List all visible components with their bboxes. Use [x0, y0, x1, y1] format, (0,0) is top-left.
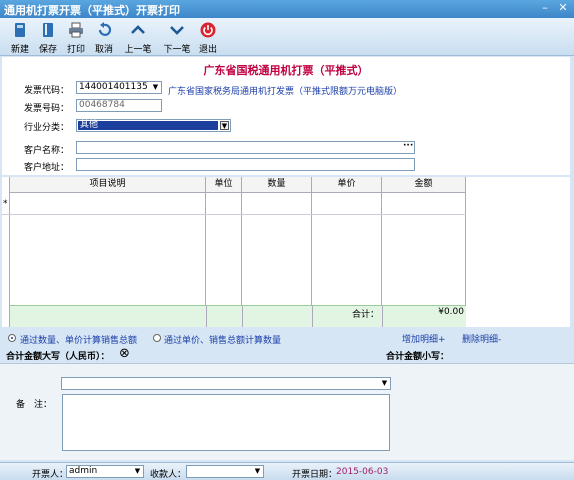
- total-lowercase-label: 合计金额小写：: [386, 352, 450, 362]
- new-row-marker: *: [3, 199, 8, 209]
- toolbar: 新建 保存 打印 取消 上一笔 下一笔 退出: [0, 18, 574, 56]
- window-title: 通用机打票开票（平推式）开票打印: [4, 4, 180, 17]
- exit-button[interactable]: 退出: [193, 21, 223, 55]
- form-heading: 广东省国税通用机打票（平推式）: [203, 64, 369, 77]
- total-uppercase-label: 合计金额大写（人民币）：: [6, 352, 110, 362]
- chevron-up-icon: [131, 25, 145, 34]
- customer-address-field[interactable]: [76, 158, 415, 171]
- column-header-quantity[interactable]: 数量: [242, 177, 312, 193]
- industry-select[interactable]: 其他 ▼: [76, 119, 231, 132]
- drawer-value: admin: [69, 466, 98, 476]
- calculation-options: 通过数量、单价计算销售总额 通过单价、销售总额计算数量 增加明细+ 删除明细-: [0, 329, 574, 346]
- issue-date-value: 2015-06-03: [336, 467, 389, 477]
- invoice-code-value: 144001401135: [79, 82, 148, 92]
- title-bar: 通用机打票开票（平推式）开票打印 – ✕: [0, 0, 574, 18]
- invoice-number-label: 发票号码：: [24, 104, 70, 114]
- remarks-select[interactable]: ▼: [61, 377, 391, 390]
- dropdown-arrow-icon: ▼: [381, 379, 388, 387]
- chevron-down-icon: [170, 26, 184, 35]
- remarks-pane: ▼ 备 注：: [0, 363, 574, 460]
- column-header-amount[interactable]: 金额: [382, 177, 466, 193]
- dropdown-arrow-icon: ▼: [220, 121, 229, 130]
- dropdown-arrow-icon: ▼: [254, 467, 261, 475]
- add-detail-button[interactable]: 增加明细+: [402, 332, 446, 345]
- remarks-textarea[interactable]: [62, 394, 390, 451]
- total-uppercase-value: ⊗: [119, 346, 130, 361]
- exit-label: 退出: [198, 45, 217, 55]
- invoice-code-select[interactable]: 144001401135 ▼: [76, 81, 162, 94]
- total-row: 合计： ¥0.00: [10, 305, 466, 327]
- invoice-number-field[interactable]: 00468784: [76, 99, 162, 112]
- customer-name-field[interactable]: [76, 141, 415, 154]
- previous-button[interactable]: 上一笔: [123, 21, 153, 55]
- new-document-icon: [15, 23, 25, 37]
- save-icon: [43, 23, 53, 37]
- dropdown-arrow-icon: ▼: [152, 83, 159, 91]
- issue-date-label: 开票日期：: [292, 470, 338, 480]
- calc-by-total-radio[interactable]: [153, 334, 161, 342]
- invoice-header-form: 广东省国税通用机打票（平推式） 发票代码： 144001401135 ▼ 广东省…: [2, 57, 570, 175]
- customer-name-label: 客户名称：: [24, 146, 70, 156]
- customer-lookup-button[interactable]: ···: [403, 141, 413, 151]
- remarks-label: 备 注：: [16, 400, 53, 410]
- column-header-unit-price[interactable]: 单价: [312, 177, 382, 193]
- invoice-code-note: 广东省国家税务局通用机打发票（平推式限额万元电脑版）: [168, 87, 403, 97]
- minimize-button[interactable]: –: [538, 1, 552, 15]
- new-entry-row[interactable]: *: [2, 193, 466, 215]
- industry-label: 行业分类：: [24, 123, 70, 133]
- status-bar: 开票人： admin ▼ 收款人： ▼ 开票日期： 2015-06-03: [0, 462, 574, 480]
- calc-by-quantity-label[interactable]: 通过数量、单价计算销售总额: [20, 333, 137, 346]
- printer-icon: [69, 22, 83, 38]
- close-window-button[interactable]: ✕: [556, 1, 570, 15]
- cancel-button[interactable]: 取消: [89, 21, 119, 55]
- payee-label: 收款人：: [150, 470, 187, 480]
- remove-detail-button[interactable]: 删除明细-: [462, 332, 501, 345]
- dropdown-arrow-icon: ▼: [134, 467, 141, 475]
- drawer-label: 开票人：: [32, 470, 69, 480]
- previous-label: 上一笔: [124, 45, 152, 55]
- calc-by-quantity-radio[interactable]: [8, 334, 16, 342]
- line-items-grid: 项目说明 单位 数量 单价 金额 * 合计： ¥0.00: [2, 177, 570, 327]
- total-label: 合计：: [352, 310, 380, 320]
- calc-by-total-label[interactable]: 通过单价、销售总额计算数量: [164, 333, 281, 346]
- customer-address-label: 客户地址：: [24, 163, 70, 173]
- total-amount: ¥0.00: [438, 307, 464, 317]
- drawer-select[interactable]: admin ▼: [66, 465, 144, 478]
- industry-value: 其他: [78, 121, 218, 130]
- column-header-item[interactable]: 项目说明: [10, 177, 206, 193]
- power-icon: [200, 22, 216, 38]
- undo-icon: [98, 22, 112, 36]
- column-header-unit[interactable]: 单位: [206, 177, 242, 193]
- payee-select[interactable]: ▼: [186, 465, 264, 478]
- totals-bar: 合计金额大写（人民币）： ⊗ 合计金额小写：: [0, 346, 574, 362]
- invoice-code-label: 发票代码：: [24, 86, 70, 96]
